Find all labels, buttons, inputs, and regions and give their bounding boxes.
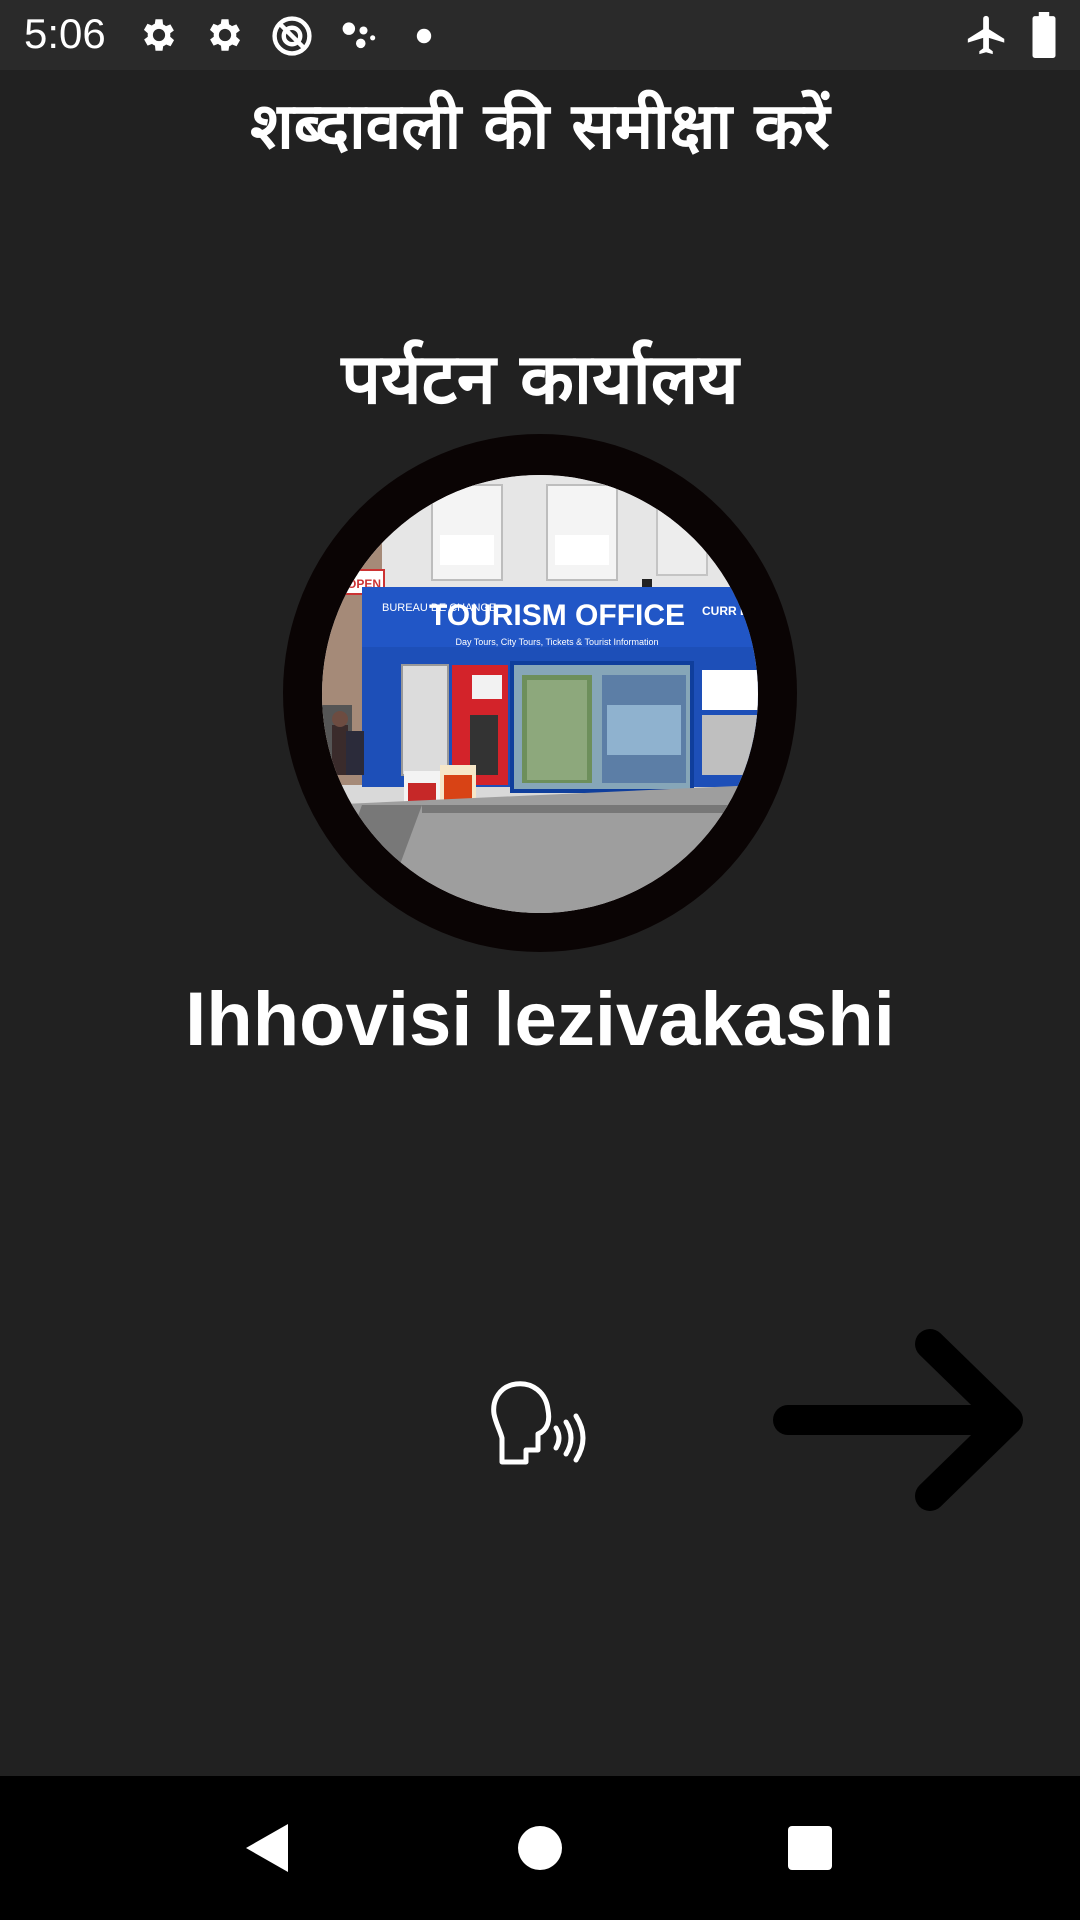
- dot-icon: [416, 28, 432, 44]
- word-native: पर्यटन कार्यालय: [341, 338, 739, 420]
- airplane-mode-icon: [967, 15, 1005, 55]
- status-time: 5:06: [24, 10, 106, 57]
- nav-home-button[interactable]: [470, 1776, 610, 1920]
- back-triangle-icon: [246, 1824, 288, 1872]
- word-translation: Ihhovisi lezivakashi: [185, 977, 895, 1062]
- next-button[interactable]: [770, 1320, 1030, 1520]
- page-title: शब्दावली की समीक्षा करें: [250, 90, 830, 164]
- navigation-bar: [0, 1776, 1080, 1920]
- word-image: OPEN BUREAU DE CHANGE TOURISM OFFICE Day…: [322, 475, 758, 913]
- app-screen: 5:06 शब्दावली की समीक्षा करें पर्यटन कार…: [0, 0, 1080, 1920]
- tourism-office-photo: OPEN BUREAU DE CHANGE TOURISM OFFICE Day…: [322, 475, 758, 913]
- gear-icon: [209, 19, 241, 51]
- tourism-office-sign: TOURISM OFFICE: [429, 599, 685, 632]
- gear-icon: [143, 19, 175, 51]
- assistant-dots-icon: [342, 22, 376, 49]
- speak-button[interactable]: [488, 1376, 592, 1470]
- recents-square-icon: [788, 1826, 832, 1870]
- nav-recents-button[interactable]: [740, 1776, 880, 1920]
- speak-icon: [491, 1381, 586, 1465]
- status-bar: 5:06: [0, 0, 1080, 70]
- battery-icon: [1032, 12, 1056, 58]
- no-sync-icon: [272, 16, 312, 56]
- tourism-office-subsign: Day Tours, City Tours, Tickets & Tourist…: [455, 637, 658, 647]
- home-circle-icon: [518, 1826, 562, 1870]
- arrow-right-icon: [773, 1329, 1023, 1511]
- nav-back-button[interactable]: [198, 1776, 338, 1920]
